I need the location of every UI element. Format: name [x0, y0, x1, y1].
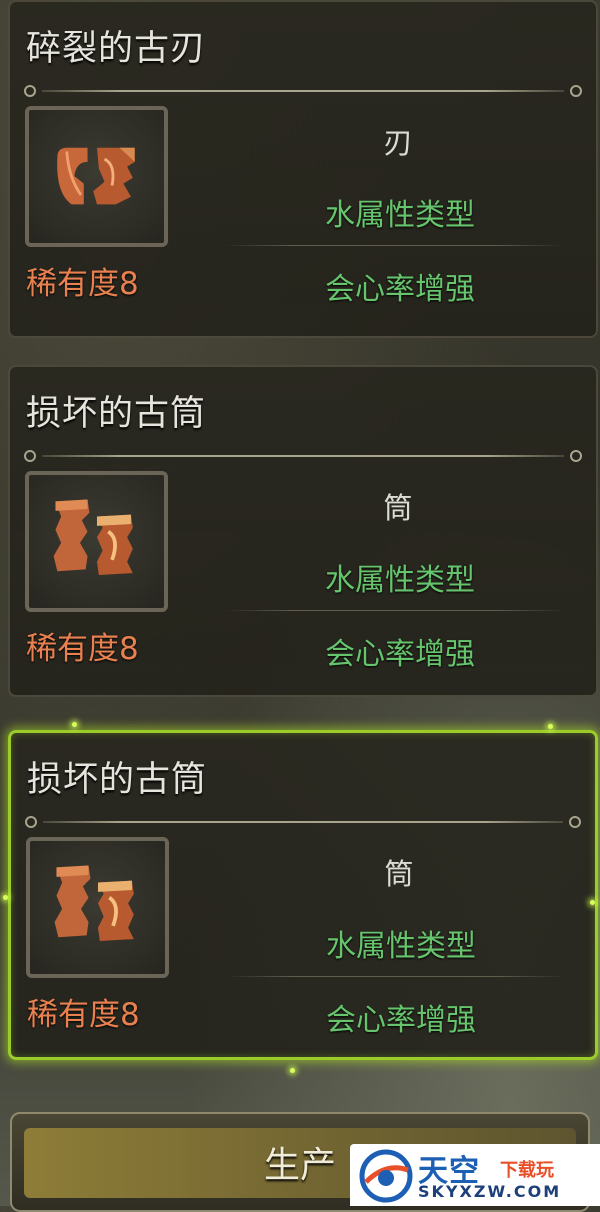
element-attribute: 水属性类型: [325, 563, 475, 598]
glow-particle: [548, 724, 553, 729]
broken-blade-icon: [25, 106, 168, 247]
effect-attribute: 会心率增强: [325, 637, 475, 672]
element-attribute: 水属性类型: [326, 929, 476, 964]
produce-button-label: 生产: [264, 1145, 337, 1186]
glow-particle: [290, 1068, 295, 1073]
element-attribute: 水属性类型: [325, 198, 475, 233]
item-card[interactable]: 碎裂的古刃 稀有度8 刃 水属性类型 会心率增强: [8, 0, 598, 338]
item-name: 损坏的古筒: [26, 394, 207, 434]
title-divider: [24, 449, 582, 463]
effect-attribute: 会心率增强: [325, 272, 475, 307]
glow-particle: [3, 895, 8, 900]
row-divider: [225, 610, 565, 611]
rarity-label: 稀有度8: [27, 997, 140, 1033]
rarity-label: 稀有度8: [26, 631, 139, 667]
title-divider: [24, 84, 582, 98]
rarity-label: 稀有度8: [26, 266, 139, 302]
item-name: 损坏的古筒: [27, 760, 208, 800]
glow-particle: [72, 722, 77, 727]
effect-attribute: 会心率增强: [326, 1003, 476, 1038]
item-card[interactable]: 损坏的古筒 稀有度8 筒 水属性类型 会心率增强: [8, 365, 598, 697]
title-divider: [25, 815, 581, 829]
item-type: 筒: [384, 857, 414, 891]
item-card-selected[interactable]: 损坏的古筒 稀有度8 筒 水属性类型 会心率增强: [8, 730, 598, 1060]
watermark-subtitle: 下载玩: [500, 1160, 554, 1181]
item-name: 碎裂的古刃: [26, 29, 207, 69]
broken-tube-icon: [26, 837, 169, 978]
broken-tube-icon: [25, 471, 168, 612]
item-type: 刃: [383, 126, 413, 160]
row-divider: [225, 245, 565, 246]
item-type: 筒: [383, 491, 413, 525]
watermark-url: SKYXZW.COM: [418, 1182, 562, 1201]
site-watermark: 天空 下载玩 SKYXZW.COM: [350, 1144, 600, 1206]
row-divider: [226, 976, 566, 977]
glow-particle: [590, 900, 595, 905]
globe-logo-icon: [359, 1149, 413, 1203]
